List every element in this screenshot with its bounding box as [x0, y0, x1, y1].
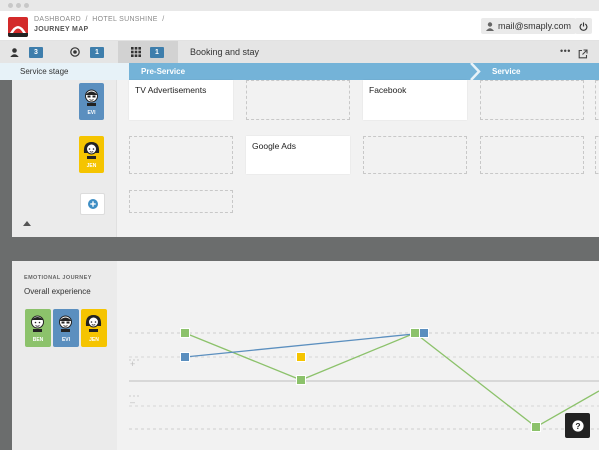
logout-button[interactable]: [575, 18, 592, 34]
touchpoint-title: Facebook: [369, 85, 407, 95]
empty-slot[interactable]: [595, 80, 599, 120]
empty-slot[interactable]: [129, 136, 233, 174]
svg-text:?: ?: [575, 421, 580, 431]
app-header: DASHBOARD / HOTEL SUNSHINE / JOURNEY MAP…: [0, 11, 599, 41]
emotion-curve-chart: + –: [117, 261, 599, 450]
empty-slot[interactable]: [246, 80, 350, 120]
journey-lanes-panel: EVI JEN TV Advertisements Facebook Googl…: [12, 80, 599, 237]
touchpoint-card[interactable]: Facebook: [363, 80, 467, 120]
share-button[interactable]: [578, 46, 588, 64]
evi-emotion-point[interactable]: [180, 352, 190, 362]
ben-emotion-point[interactable]: [410, 328, 420, 338]
persona-face-icon: [59, 315, 72, 332]
persona-name: JEN: [86, 163, 97, 169]
emotional-journey-title: Overall experience: [24, 287, 91, 296]
touchpoint-card[interactable]: Google Ads: [246, 136, 350, 174]
add-lane-button[interactable]: [80, 193, 105, 215]
persona-avatar-evi[interactable]: EVI: [53, 309, 79, 347]
breadcrumb-separator: /: [83, 16, 91, 23]
persona-avatar-evi[interactable]: EVI: [79, 83, 104, 120]
phase-service[interactable]: Service: [485, 63, 599, 80]
breadcrumb-dashboard[interactable]: DASHBOARD: [34, 16, 81, 23]
window-minimize-dot[interactable]: [16, 3, 21, 8]
empty-slot[interactable]: [480, 136, 584, 174]
ben-emotion-point[interactable]: [531, 422, 541, 432]
emotional-journey-header: EMOTIONAL JOURNEY Overall experience BEN…: [12, 261, 117, 450]
persona-icon: [10, 47, 19, 57]
empty-slot[interactable]: [595, 136, 599, 174]
emotion-curve-svg: + –: [129, 328, 599, 432]
evi-emotion-point[interactable]: [419, 328, 429, 338]
stage-bar: Service stage Pre-Service Service: [0, 63, 599, 80]
personas-count-badge: 3: [29, 46, 43, 58]
persona-avatar-ben[interactable]: BEN: [25, 309, 51, 347]
toolbar: 3 1 1 Booking and stay •••: [0, 41, 599, 63]
ben-emotion-point[interactable]: [296, 375, 306, 385]
phase-arrow-icon: [469, 63, 485, 80]
persona-name: EVI: [61, 337, 71, 343]
empty-slot[interactable]: [363, 136, 467, 174]
add-icon: [87, 199, 98, 209]
share-icon: [578, 49, 588, 59]
phase-label: Service: [492, 67, 521, 76]
emotional-journey-panel: EMOTIONAL JOURNEY Overall experience BEN…: [12, 261, 599, 450]
jen-emotion-point[interactable]: [296, 352, 306, 362]
breadcrumb: DASHBOARD / HOTEL SUNSHINE /: [34, 16, 164, 23]
more-options-button[interactable]: •••: [560, 46, 571, 56]
collapse-caret-icon[interactable]: [23, 221, 31, 226]
phase-pre-service[interactable]: Pre-Service: [129, 63, 469, 80]
user-menu-button[interactable]: mail@smaply.com: [481, 18, 576, 34]
phase-label: Pre-Service: [141, 67, 186, 76]
touchpoint-title: Google Ads: [252, 141, 296, 151]
channel-icon: [70, 47, 80, 57]
window-titlebar: [0, 0, 599, 11]
grid-icon: [131, 47, 141, 57]
lane-header-column: EVI JEN: [12, 80, 117, 237]
persona-face-icon: [31, 315, 44, 332]
personas-toggle[interactable]: 3: [0, 41, 58, 63]
breadcrumb-project[interactable]: HOTEL SUNSHINE: [92, 16, 157, 23]
power-icon: [579, 21, 588, 31]
help-icon: ?: [571, 419, 584, 432]
service-stage-label: Service stage: [20, 67, 69, 76]
empty-slot[interactable]: [480, 80, 584, 120]
persona-face-icon: [85, 89, 98, 106]
user-icon: [486, 21, 494, 31]
user-email: mail@smaply.com: [498, 21, 571, 31]
persona-avatar-jen[interactable]: JEN: [79, 136, 104, 173]
help-button[interactable]: ?: [565, 413, 590, 438]
logo-icon[interactable]: [8, 17, 28, 37]
ben-emotion-point[interactable]: [180, 328, 190, 338]
lanes-grid: TV Advertisements Facebook Google Ads: [117, 80, 599, 237]
touchpoint-title: TV Advertisements: [135, 85, 207, 95]
channels-toggle[interactable]: 1: [58, 41, 118, 63]
empty-slot[interactable]: [129, 190, 233, 213]
persona-face-icon: [85, 315, 102, 332]
journey-view-title[interactable]: Booking and stay: [190, 47, 259, 57]
persona-name: BEN: [32, 337, 44, 343]
stages-count-badge: 1: [150, 46, 164, 58]
persona-avatar-jen[interactable]: JEN: [81, 309, 107, 347]
persona-name: EVI: [87, 110, 96, 116]
stages-toggle[interactable]: 1: [118, 41, 178, 63]
persona-name: JEN: [89, 337, 99, 343]
channels-count-badge: 1: [90, 46, 104, 58]
window-maximize-dot[interactable]: [24, 3, 29, 8]
page-title: JOURNEY MAP: [34, 26, 89, 33]
breadcrumb-separator: /: [159, 16, 165, 23]
emotional-journey-label: EMOTIONAL JOURNEY: [24, 275, 92, 281]
ben-emotion-line: [184, 332, 599, 428]
persona-face-icon: [83, 142, 100, 159]
window-close-dot[interactable]: [8, 3, 13, 8]
touchpoint-card[interactable]: TV Advertisements: [129, 80, 233, 120]
